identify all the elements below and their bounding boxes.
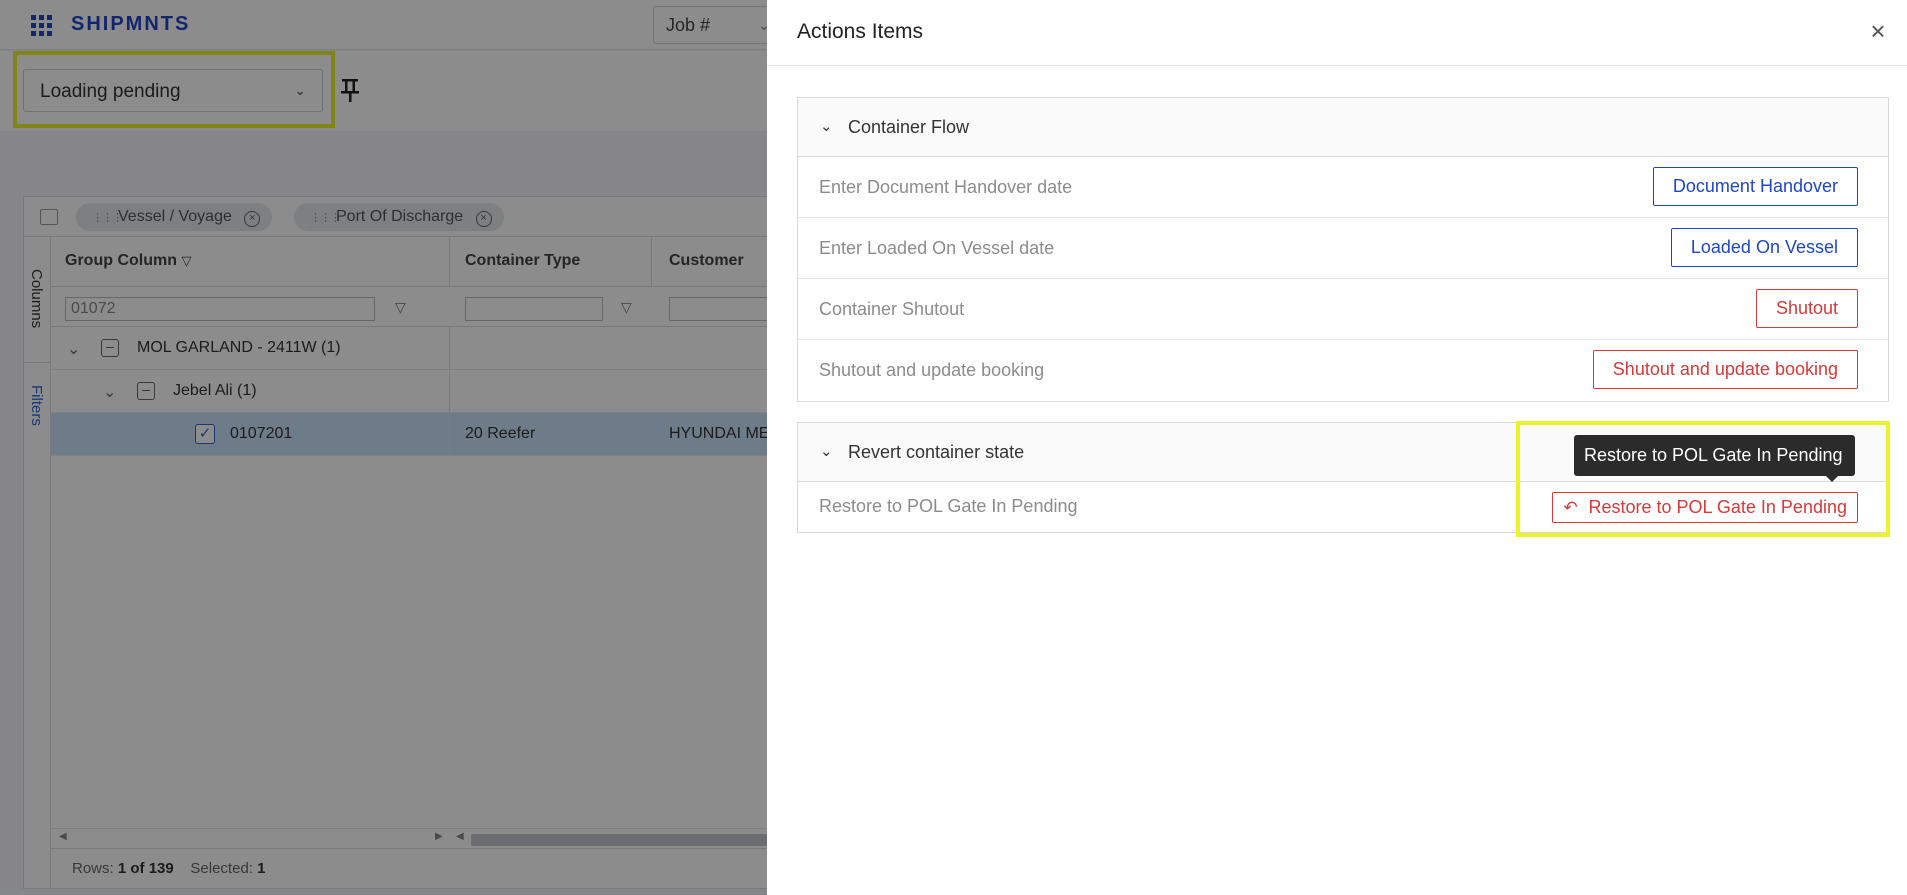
drawer-title: Actions Items <box>797 20 924 43</box>
shutout-button[interactable]: Shutout <box>1755 289 1858 328</box>
action-label: Enter Document Handover date <box>819 177 1073 197</box>
action-label: Shutout and update booking <box>819 360 1045 380</box>
shutout-update-booking-button[interactable]: Shutout and update booking <box>1592 350 1858 389</box>
loaded-on-vessel-button[interactable]: Loaded On Vessel <box>1670 228 1858 267</box>
chevron-down-icon[interactable]: ⌄ <box>820 442 833 460</box>
modal-overlay[interactable] <box>0 0 767 895</box>
drawer-header: Actions Items × <box>767 0 1907 66</box>
close-icon[interactable]: × <box>1865 18 1891 45</box>
panel-title: Container Flow <box>848 117 970 137</box>
panel-header[interactable]: ⌄ Container Flow <box>798 98 1888 157</box>
panel-container-flow: ⌄ Container Flow Enter Document Handover… <box>797 97 1889 402</box>
document-handover-button[interactable]: Document Handover <box>1652 167 1858 206</box>
action-label: Container Shutout <box>819 299 965 319</box>
action-row: Enter Document Handover date Document Ha… <box>798 157 1888 218</box>
chevron-down-icon[interactable]: ⌄ <box>820 117 833 135</box>
action-row: Enter Loaded On Vessel date Loaded On Ve… <box>798 218 1888 279</box>
tooltip: Restore to POL Gate In Pending <box>1574 435 1855 482</box>
action-row: Shutout and update booking Shutout and u… <box>798 340 1888 401</box>
action-label: Enter Loaded On Vessel date <box>819 238 1055 258</box>
panel-title: Revert container state <box>848 442 1025 462</box>
action-row: Container Shutout Shutout <box>798 279 1888 340</box>
action-label: Restore to POL Gate In Pending <box>819 496 1078 516</box>
